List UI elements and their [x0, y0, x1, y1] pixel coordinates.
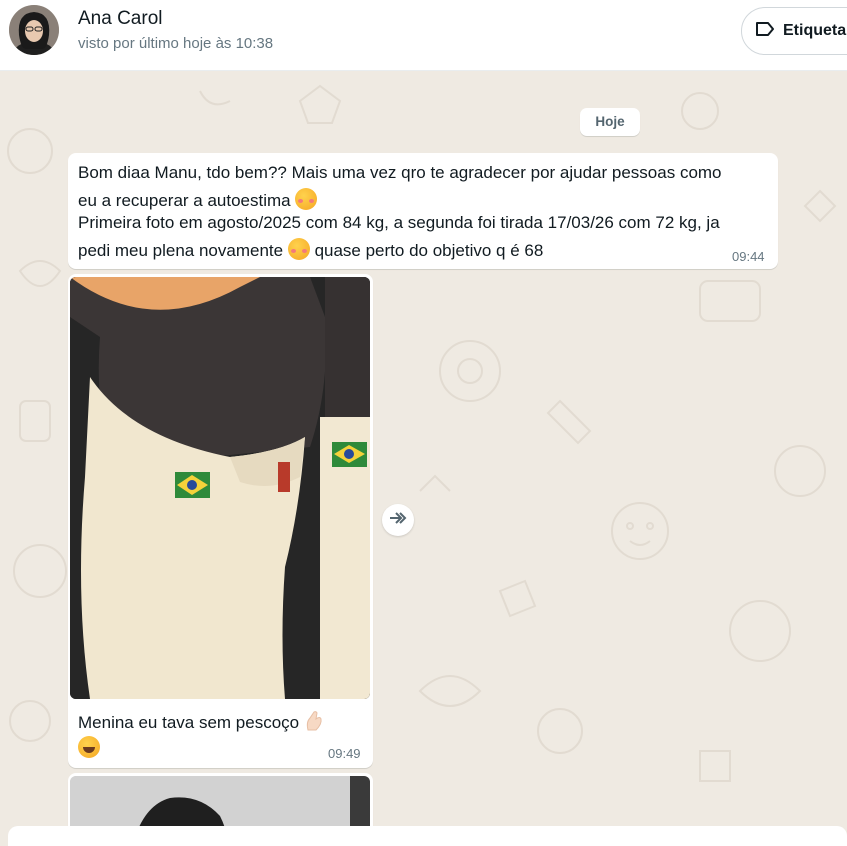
message-time: 09:49 — [328, 746, 361, 761]
message-list[interactable]: Hoje Bom diaa Manu, tdo bem?? Mais uma v… — [0, 71, 847, 837]
image-message-bubble[interactable]: Menina eu tava sem pescoço 09:49 — [68, 274, 373, 768]
image-caption: Menina eu tava sem pescoço — [78, 713, 300, 732]
message-text-line: eu a recuperar a autoestima — [78, 188, 318, 211]
forward-icon — [388, 510, 408, 531]
message-time: 09:44 — [732, 249, 765, 264]
contact-name[interactable]: Ana Carol — [78, 8, 163, 30]
smiling-face-with-hearts-icon — [295, 188, 318, 210]
label-tag-icon — [755, 21, 775, 42]
image-caption-line: Menina eu tava sem pescoço — [78, 710, 324, 733]
label-button-text: Etiqueta — [783, 22, 847, 39]
pinching-hand-icon — [304, 710, 324, 732]
image-caption-emoji — [78, 736, 100, 759]
message-text-line: pedi meu plena novamente quase perto do … — [78, 238, 543, 261]
message-text: Primeira foto em agosto/2025 com 84 kg, … — [78, 213, 720, 232]
message-text: eu a recuperar a autoestima — [78, 191, 291, 210]
label-button[interactable]: Etiqueta — [741, 7, 847, 55]
chat-header: Ana Carol visto por último hoje às 10:38… — [0, 0, 847, 71]
message-text: quase perto do objetivo q é 68 — [314, 241, 544, 260]
message-text: Bom diaa Manu, tdo bem?? Mais uma vez qr… — [78, 163, 722, 182]
message-photo[interactable] — [70, 277, 370, 699]
contact-avatar[interactable] — [9, 5, 59, 55]
last-seen-status: visto por último hoje às 10:38 — [78, 35, 274, 52]
day-divider: Hoje — [580, 108, 640, 136]
smiling-face-with-hearts-icon — [287, 238, 310, 260]
grinning-face-with-sweat-icon — [78, 736, 100, 758]
composer-bar[interactable] — [8, 826, 847, 846]
forward-button[interactable] — [382, 504, 414, 536]
message-text: pedi meu plena novamente — [78, 241, 284, 260]
message-bubble[interactable]: Bom diaa Manu, tdo bem?? Mais uma vez qr… — [68, 153, 778, 269]
